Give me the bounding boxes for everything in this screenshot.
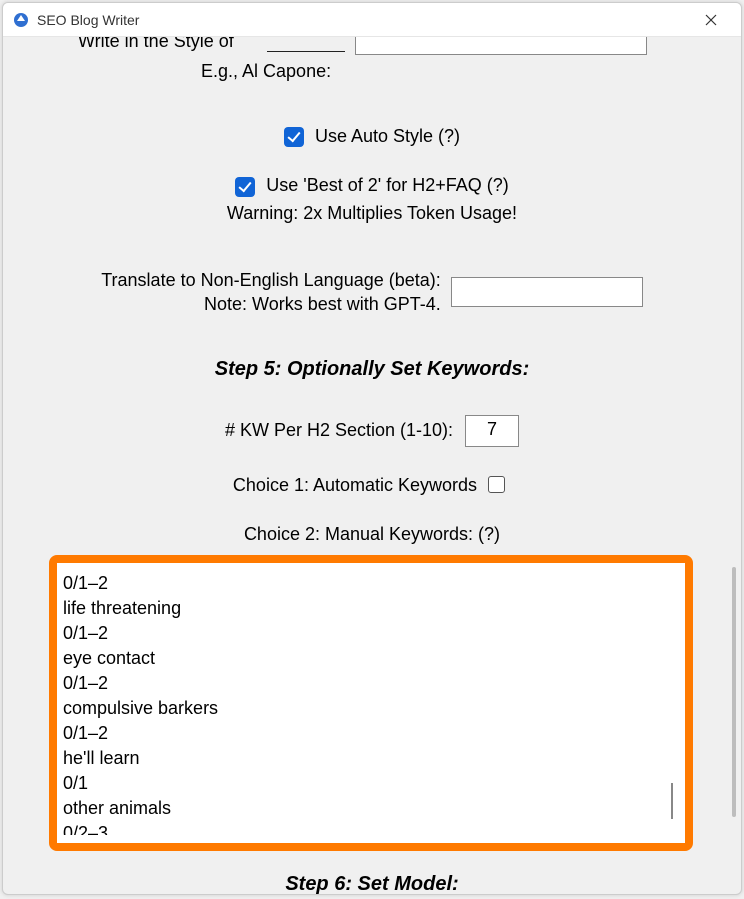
choice1-row: Choice 1: Automatic Keywords xyxy=(3,475,741,496)
translate-labels: Translate to Non-English Language (beta)… xyxy=(101,268,441,316)
manual-keywords-highlight: 0/1–2 life threatening 0/1–2 eye contact… xyxy=(49,555,693,851)
auto-style-checkbox[interactable] xyxy=(284,127,304,147)
close-button[interactable] xyxy=(691,5,731,35)
choice1-checkbox[interactable] xyxy=(488,476,505,493)
kw-per-label: # KW Per H2 Section (1-10): xyxy=(225,420,453,441)
style-example-input[interactable] xyxy=(355,37,647,55)
titlebar: SEO Blog Writer xyxy=(3,3,741,37)
window-title: SEO Blog Writer xyxy=(37,12,139,28)
translate-block: Translate to Non-English Language (beta)… xyxy=(3,268,741,316)
choice2-row: Choice 2: Manual Keywords: (?) xyxy=(3,524,741,545)
kw-per-value: 7 xyxy=(487,419,497,439)
bestof2-row: Use 'Best of 2' for H2+FAQ (?) xyxy=(3,175,741,196)
bestof2-checkbox[interactable] xyxy=(235,177,255,197)
app-window: SEO Blog Writer Write in the Style of E.… xyxy=(2,2,742,895)
translate-input[interactable] xyxy=(451,277,643,307)
write-style-label: Write in the Style of xyxy=(78,37,234,52)
auto-style-label: Use Auto Style (?) xyxy=(315,126,460,146)
step5-heading: Step 5: Optionally Set Keywords: xyxy=(3,358,741,381)
kw-per-row: # KW Per H2 Section (1-10): 7 xyxy=(3,415,741,447)
manual-keywords-textarea[interactable]: 0/1–2 life threatening 0/1–2 eye contact… xyxy=(63,571,671,835)
style-row: Write in the Style of xyxy=(3,37,741,67)
window-scrollbar[interactable] xyxy=(732,567,736,817)
kw-per-input[interactable]: 7 xyxy=(465,415,519,447)
choice1-label: Choice 1: Automatic Keywords xyxy=(233,475,477,495)
bestof2-warning: Warning: 2x Multiplies Token Usage! xyxy=(3,203,741,224)
translate-line2: Note: Works best with GPT-4. xyxy=(101,292,441,316)
use-auto-style-row: Use Auto Style (?) xyxy=(3,126,741,147)
bestof2-label: Use 'Best of 2' for H2+FAQ (?) xyxy=(266,175,508,195)
translate-line1: Translate to Non-English Language (beta)… xyxy=(101,268,441,292)
close-icon xyxy=(705,14,717,26)
app-icon xyxy=(13,12,29,28)
content-area: Write in the Style of E.g., Al Capone: U… xyxy=(3,37,741,894)
choice2-label: Choice 2: Manual Keywords: (?) xyxy=(244,524,500,544)
step6-heading: Step 6: Set Model: xyxy=(3,873,741,895)
style-underline xyxy=(267,51,345,52)
textarea-scrollbar[interactable] xyxy=(671,783,673,819)
